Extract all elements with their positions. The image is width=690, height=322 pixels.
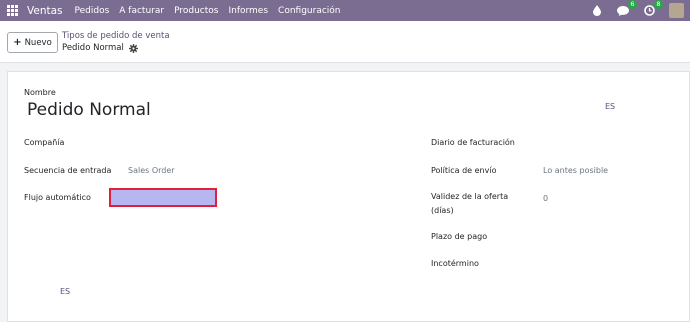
automatic-flow-label: Flujo automático xyxy=(24,193,91,202)
invoice-journal-label: Diario de facturación xyxy=(431,138,515,147)
quote-validity-field[interactable]: 0 xyxy=(543,194,548,203)
app-name[interactable]: Ventas xyxy=(27,5,63,17)
quote-validity-label-line2: (días) xyxy=(431,206,454,215)
name-label: Nombre xyxy=(24,88,56,97)
activities-count-badge: 8 xyxy=(654,0,663,9)
debug-drop-icon[interactable] xyxy=(591,5,603,17)
sequence-field[interactable]: Sales Order xyxy=(128,166,175,175)
messages-icon[interactable]: 6 xyxy=(617,0,637,17)
company-label: Compañía xyxy=(24,138,65,147)
navbar-systray: 6 8 xyxy=(591,0,690,21)
control-panel: + Nuevo Tipos de pedido de venta Pedido … xyxy=(0,21,690,63)
bottom-translate-lang[interactable]: ES xyxy=(60,287,70,296)
name-translate-lang[interactable]: ES xyxy=(605,102,615,111)
automatic-flow-input[interactable] xyxy=(109,188,217,207)
plus-icon: + xyxy=(13,37,22,48)
name-field[interactable]: Pedido Normal xyxy=(27,100,151,120)
menu-configuracion[interactable]: Configuración xyxy=(278,6,340,16)
payment-term-label: Plazo de pago xyxy=(431,232,488,241)
sequence-label: Secuencia de entrada xyxy=(24,166,112,175)
menu-productos[interactable]: Productos xyxy=(174,6,218,16)
user-avatar[interactable] xyxy=(669,3,684,18)
record-name: Pedido Normal xyxy=(62,43,124,53)
gear-icon[interactable] xyxy=(128,43,138,53)
messages-count-badge: 6 xyxy=(628,0,637,9)
breadcrumb-parent-link[interactable]: Tipos de pedido de venta xyxy=(62,31,170,41)
shipping-policy-field[interactable]: Lo antes posible xyxy=(543,166,608,175)
new-button[interactable]: + Nuevo xyxy=(7,32,58,53)
apps-menu-icon[interactable] xyxy=(7,5,18,16)
shipping-policy-label: Política de envío xyxy=(431,166,497,175)
top-navbar: Ventas Pedidos A facturar Productos Info… xyxy=(0,0,690,21)
incoterm-label: Incotérmino xyxy=(431,259,479,268)
activities-clock-icon[interactable]: 8 xyxy=(643,0,663,17)
form-sheet: Nombre Pedido Normal ES Compañía Secuenc… xyxy=(7,71,690,322)
menu-informes[interactable]: Informes xyxy=(228,6,268,16)
new-button-label: Nuevo xyxy=(24,37,52,48)
breadcrumb-current: Pedido Normal xyxy=(62,43,138,53)
menu-a-facturar[interactable]: A facturar xyxy=(119,6,164,16)
menu-pedidos[interactable]: Pedidos xyxy=(75,6,110,16)
quote-validity-label-line1: Validez de la oferta xyxy=(431,192,509,201)
